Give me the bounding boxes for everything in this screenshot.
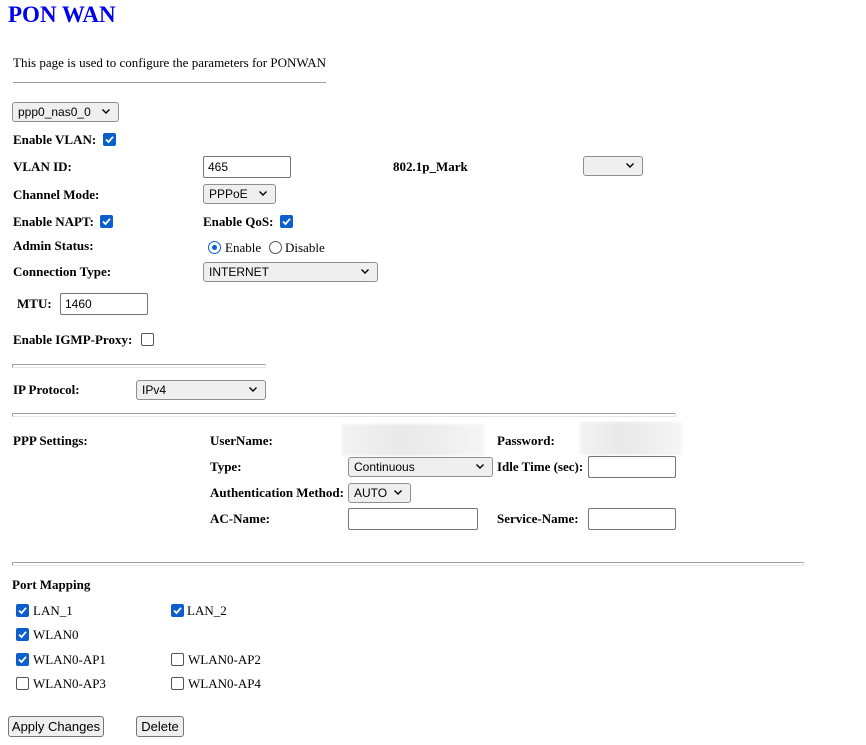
section-divider (12, 413, 676, 417)
password-field-redacted[interactable] (580, 422, 682, 455)
port-lan1-label: LAN_1 (33, 603, 73, 618)
service-name-input[interactable] (588, 508, 676, 530)
enable-qos-checkbox[interactable] (280, 215, 293, 228)
checkmark-icon (18, 656, 27, 664)
checkmark-icon (105, 136, 114, 144)
chevron-down-icon (475, 461, 485, 471)
connection-type-value: INTERNET (209, 265, 269, 279)
igmp-proxy-label: Enable IGMP-Proxy: (13, 332, 133, 347)
port-wlan0-ap2-checkbox[interactable] (171, 653, 184, 666)
ac-name-label: AC-Name: (210, 511, 270, 526)
port-lan2-checkbox[interactable] (171, 604, 184, 617)
enable-napt-checkbox[interactable] (100, 215, 113, 228)
username-label: UserName: (210, 433, 273, 448)
apply-changes-button[interactable]: Apply Changes (8, 716, 104, 737)
checkmark-icon (173, 607, 182, 615)
checkmark-icon (102, 218, 111, 226)
admin-status-label: Admin Status: (13, 238, 94, 253)
igmp-proxy-checkbox[interactable] (141, 333, 154, 346)
section-divider (12, 562, 804, 566)
ip-protocol-select[interactable]: IPv4 (136, 380, 266, 400)
channel-mode-value: PPPoE (209, 187, 248, 201)
ip-protocol-value: IPv4 (142, 383, 167, 397)
ppp-type-label: Type: (210, 459, 242, 474)
admin-status-enable-radio[interactable] (208, 241, 221, 254)
admin-status-disable-label: Disable (285, 240, 325, 255)
wan-connection-value: ppp0_nas0_0 (18, 105, 91, 119)
enable-napt-label: Enable NAPT: (13, 214, 95, 229)
channel-mode-select[interactable]: PPPoE (203, 184, 276, 204)
password-label: Password: (497, 433, 555, 448)
enable-vlan-label: Enable VLAN: (13, 132, 97, 147)
wan-connection-select[interactable]: ppp0_nas0_0 (12, 102, 119, 122)
section-divider (12, 364, 266, 368)
vlan-id-label: VLAN ID: (13, 159, 72, 174)
chevron-down-icon (393, 487, 403, 497)
port-wlan0-ap2-label: WLAN0-AP2 (188, 652, 261, 667)
page-description: This page is used to configure the param… (13, 55, 326, 70)
checkmark-icon (282, 218, 291, 226)
auth-method-select[interactable]: AUTO (348, 483, 411, 503)
username-field-redacted[interactable] (342, 424, 484, 456)
8021p-mark-select[interactable] (583, 156, 643, 176)
port-wlan0-ap1-label: WLAN0-AP1 (33, 652, 106, 667)
port-wlan0-ap3-label: WLAN0-AP3 (33, 676, 106, 691)
service-name-label: Service-Name: (497, 511, 579, 526)
auth-method-value: AUTO (354, 486, 388, 500)
port-wlan0-ap4-label: WLAN0-AP4 (188, 676, 261, 691)
ppp-settings-label: PPP Settings: (13, 433, 88, 448)
enable-qos-label: Enable QoS: (203, 214, 274, 229)
chevron-down-icon (258, 188, 268, 198)
admin-status-disable-radio[interactable] (269, 241, 282, 254)
port-wlan0-ap3-checkbox[interactable] (16, 677, 29, 690)
divider (13, 82, 326, 83)
8021p-mark-label: 802.1p_Mark (393, 159, 468, 174)
idle-time-label: Idle Time (sec): (497, 459, 584, 474)
port-lan1-checkbox[interactable] (16, 604, 29, 617)
chevron-down-icon (360, 266, 370, 276)
mtu-input[interactable]: 1460 (60, 293, 148, 315)
connection-type-select[interactable]: INTERNET (203, 262, 378, 282)
chevron-down-icon (625, 160, 635, 170)
chevron-down-icon (248, 384, 258, 394)
mtu-label: MTU: (17, 296, 52, 311)
ip-protocol-label: IP Protocol: (13, 382, 80, 397)
admin-status-enable-label: Enable (225, 240, 262, 255)
ac-name-input[interactable] (348, 508, 478, 530)
channel-mode-label: Channel Mode: (13, 187, 100, 202)
page-title: PON WAN (8, 2, 116, 27)
connection-type-label: Connection Type: (13, 264, 112, 279)
auth-method-label: Authentication Method: (210, 485, 344, 500)
chevron-down-icon (101, 106, 111, 116)
idle-time-input[interactable] (588, 456, 676, 478)
port-wlan0-checkbox[interactable] (16, 628, 29, 641)
ppp-type-select[interactable]: Continuous (348, 457, 493, 477)
checkmark-icon (18, 631, 27, 639)
vlan-id-input[interactable]: 465 (203, 156, 291, 178)
port-lan2-label: LAN_2 (187, 603, 227, 618)
port-wlan0-ap4-checkbox[interactable] (171, 677, 184, 690)
ppp-type-value: Continuous (354, 460, 415, 474)
port-wlan0-ap1-checkbox[interactable] (16, 653, 29, 666)
port-mapping-label: Port Mapping (12, 577, 91, 592)
delete-button[interactable]: Delete (136, 716, 184, 737)
enable-vlan-checkbox[interactable] (103, 133, 116, 146)
port-wlan0-label: WLAN0 (33, 627, 79, 642)
checkmark-icon (18, 607, 27, 615)
